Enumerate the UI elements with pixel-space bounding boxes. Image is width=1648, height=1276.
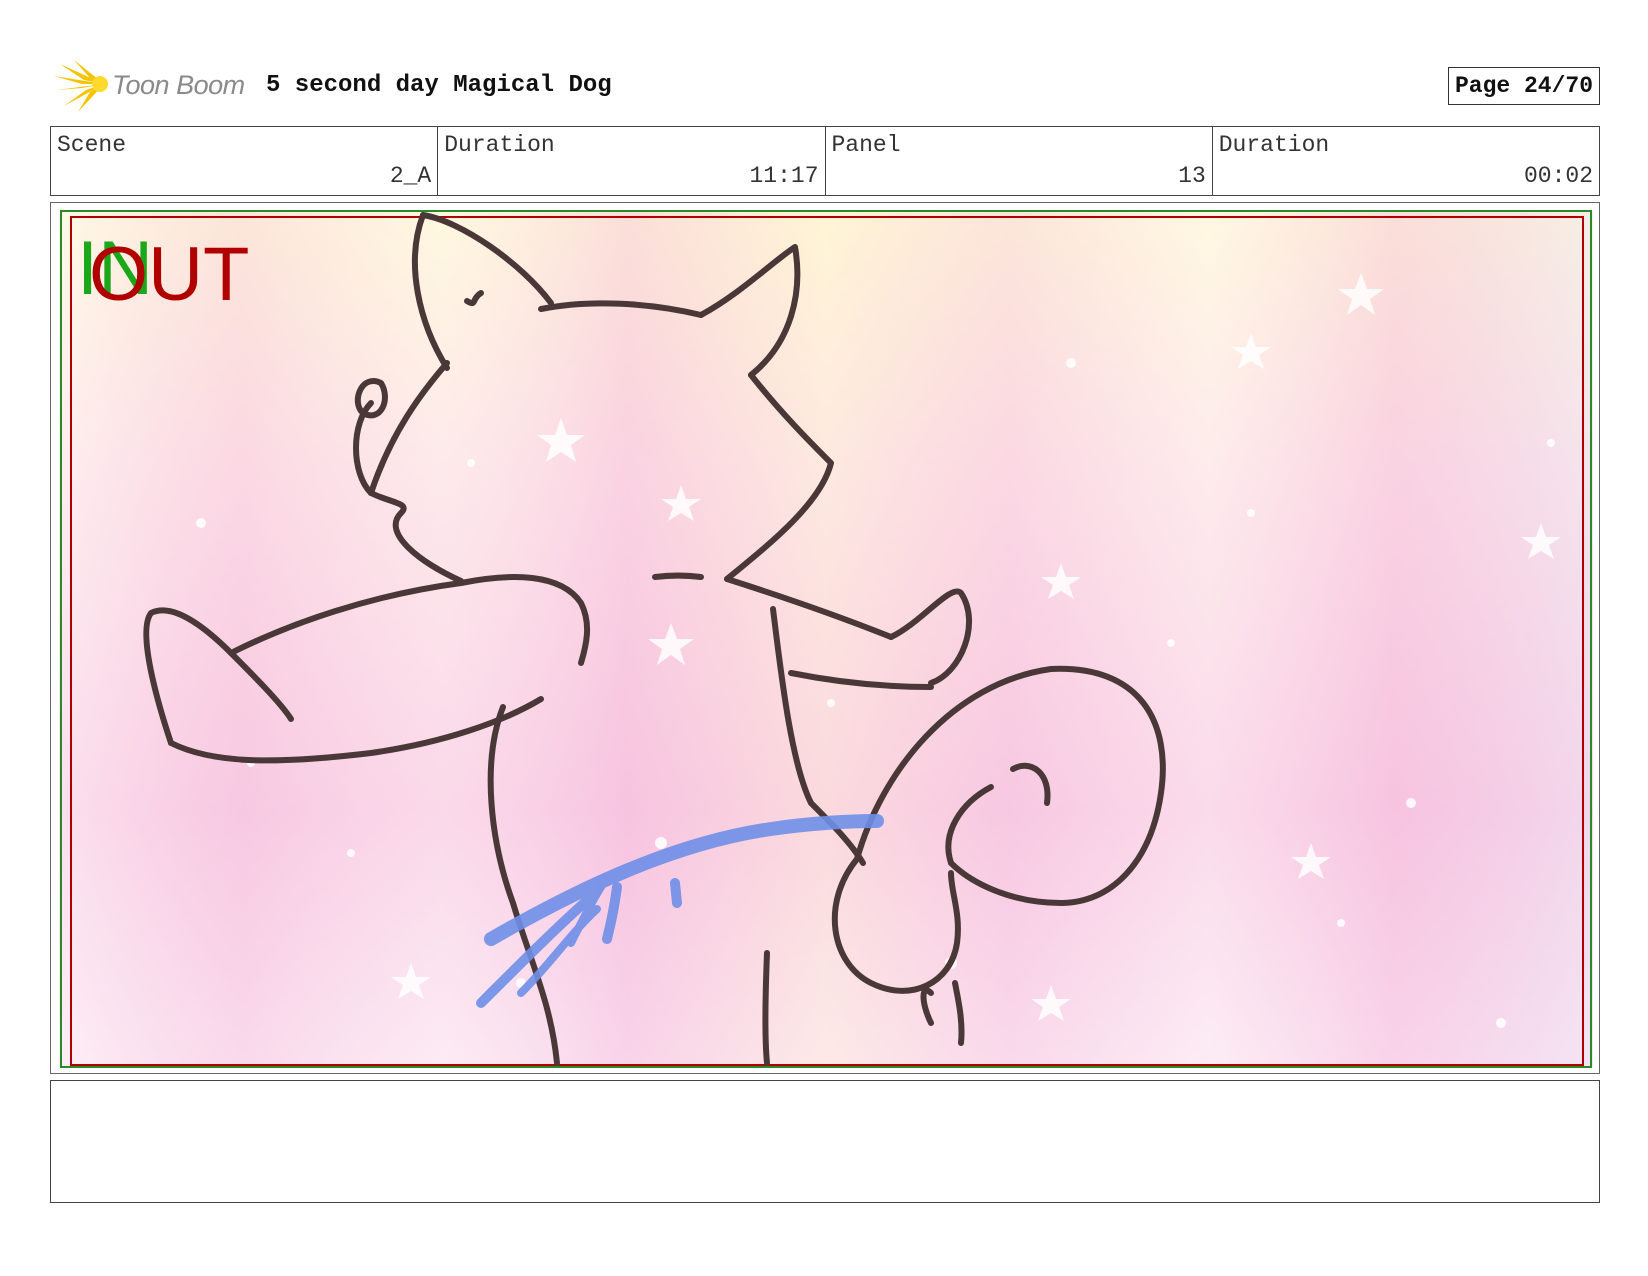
- panel-duration-label: Duration: [1218, 132, 1330, 158]
- panel-value: 13: [1178, 163, 1206, 189]
- panel-notes: [50, 1080, 1600, 1203]
- logo-text: Toon Boom: [112, 70, 245, 100]
- panel-cell: Panel 13: [826, 127, 1213, 195]
- panel-artwork: [59, 210, 1593, 1068]
- starburst-icon: [54, 60, 108, 112]
- toon-boom-logo: Toon Boom: [54, 60, 254, 112]
- scene-duration-cell: Duration 11:17: [438, 127, 826, 195]
- page-header: Toon Boom 5 second day Magical Dog Page …: [50, 56, 1600, 116]
- panel-background-stripes: [59, 211, 1593, 1067]
- scene-value: 2_A: [389, 163, 432, 189]
- storyboard-panel: IN OUT: [50, 202, 1600, 1074]
- scene-duration-label: Duration: [444, 132, 555, 158]
- panel-duration-cell: Duration 00:02: [1213, 127, 1599, 195]
- scene-info-table: Scene 2_A Duration 11:17 Panel 13 Durati…: [50, 126, 1600, 196]
- scene-label: Scene: [57, 132, 127, 158]
- project-title: 5 second day Magical Dog: [266, 72, 612, 99]
- scene-duration-value: 11:17: [749, 163, 819, 189]
- out-marker: OUT: [89, 232, 250, 317]
- page-number: Page 24/70: [1447, 67, 1600, 105]
- scene-cell: Scene 2_A: [51, 127, 439, 195]
- panel-duration-value: 00:02: [1523, 163, 1593, 189]
- panel-label: Panel: [831, 132, 901, 158]
